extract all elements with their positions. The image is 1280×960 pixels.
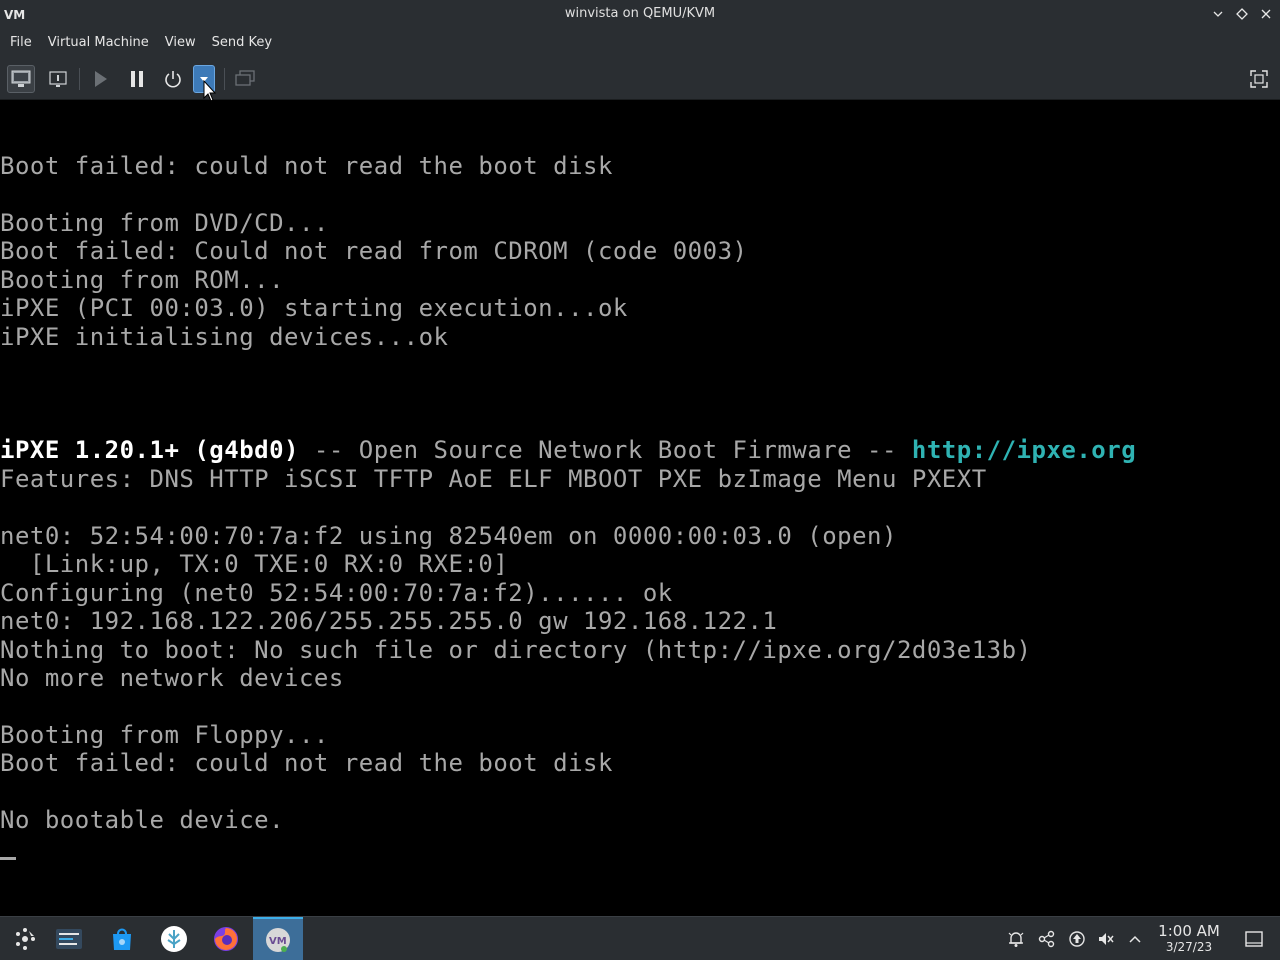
title-bar: VM winvista on QEMU/KVM	[0, 0, 1280, 28]
firefox-icon[interactable]	[201, 917, 251, 960]
shutdown-icon[interactable]	[159, 65, 187, 93]
close-icon[interactable]	[1256, 4, 1276, 24]
kde-connect-icon[interactable]	[1036, 929, 1056, 949]
maximize-icon[interactable]	[1232, 4, 1252, 24]
toolbar-separator	[79, 68, 80, 90]
show-desktop-icon[interactable]	[1244, 929, 1264, 949]
console-line: Boot failed: Could not read from CDROM (…	[0, 237, 748, 265]
task-switcher-icon[interactable]	[44, 917, 94, 960]
console-line: iPXE initialising devices...ok	[0, 323, 449, 351]
console-line: No more network devices	[0, 664, 344, 692]
taskbar: VM 1:00 AM 3/27/23	[0, 916, 1280, 960]
ipxe-version: iPXE 1.20.1+ (g4bd0)	[0, 436, 299, 464]
console-line: iPXE (PCI 00:03.0) starting execution...…	[0, 294, 628, 322]
volume-muted-icon[interactable]	[1096, 929, 1116, 949]
pause-icon[interactable]	[123, 65, 151, 93]
console-line: net0: 52:54:00:70:7a:f2 using 82540em on…	[0, 522, 897, 550]
fullscreen-icon[interactable]	[1245, 65, 1273, 93]
clock-time: 1:00 AM	[1158, 922, 1220, 940]
console-line: Nothing to boot: No such file or directo…	[0, 636, 1032, 664]
discover-store-icon[interactable]	[97, 917, 147, 960]
clock-date: 3/27/23	[1165, 940, 1213, 954]
console-line: Booting from Floppy...	[0, 721, 329, 749]
toolbar	[0, 58, 1280, 100]
ipxe-url: http://ipxe.org	[911, 436, 1137, 464]
notifications-icon[interactable]	[1006, 929, 1026, 949]
ipxe-tagline: -- Open Source Network Boot Firmware --	[298, 436, 912, 464]
console-line: Booting from ROM...	[0, 266, 285, 294]
updates-icon[interactable]	[1067, 929, 1087, 949]
console-line: Boot failed: could not read the boot dis…	[0, 152, 613, 180]
krita-like-icon[interactable]	[149, 917, 199, 960]
vm-console-display[interactable]: Boot failed: could not read the boot dis…	[0, 101, 1280, 916]
console-line: Features: DNS HTTP iSCSI TFTP AoE ELF MB…	[0, 465, 987, 493]
window-title: winvista on QEMU/KVM	[564, 6, 716, 21]
application-launcher-icon[interactable]	[0, 917, 50, 960]
minimize-icon[interactable]	[1208, 4, 1228, 24]
menu-send-key[interactable]: Send Key	[204, 28, 280, 58]
show-console-icon[interactable]	[7, 65, 35, 93]
menu-view[interactable]: View	[157, 28, 204, 58]
console-line: Configuring (net0 52:54:00:70:7a:f2)....…	[0, 579, 673, 607]
virt-manager-icon[interactable]: VM	[253, 917, 303, 960]
mouse-pointer-icon	[203, 79, 217, 102]
console-line: [Link:up, TX:0 TXE:0 RX:0 RXE:0]	[0, 550, 509, 578]
run-icon[interactable]	[86, 65, 114, 93]
snapshots-icon[interactable]	[231, 65, 259, 93]
ipxe-banner-line: iPXE 1.20.1+ (g4bd0) -- Open Source Netw…	[0, 436, 1136, 464]
console-line: Booting from DVD/CD...	[0, 209, 329, 237]
console-line: net0: 192.168.122.206/255.255.255.0 gw 1…	[0, 607, 778, 635]
system-clock[interactable]: 1:00 AM 3/27/23	[1152, 922, 1226, 954]
toolbar-separator	[224, 68, 225, 90]
menu-bar: File Virtual Machine View Send Key	[0, 28, 1280, 58]
console-line: Boot failed: could not read the boot dis…	[0, 749, 613, 777]
text-cursor	[0, 857, 16, 860]
menu-file[interactable]: File	[2, 28, 40, 58]
svg-text:VM: VM	[269, 936, 287, 947]
details-icon[interactable]	[44, 65, 72, 93]
console-line: No bootable device.	[0, 806, 285, 834]
expand-tray-icon[interactable]	[1125, 929, 1145, 949]
menu-virtual-machine[interactable]: Virtual Machine	[40, 28, 157, 58]
